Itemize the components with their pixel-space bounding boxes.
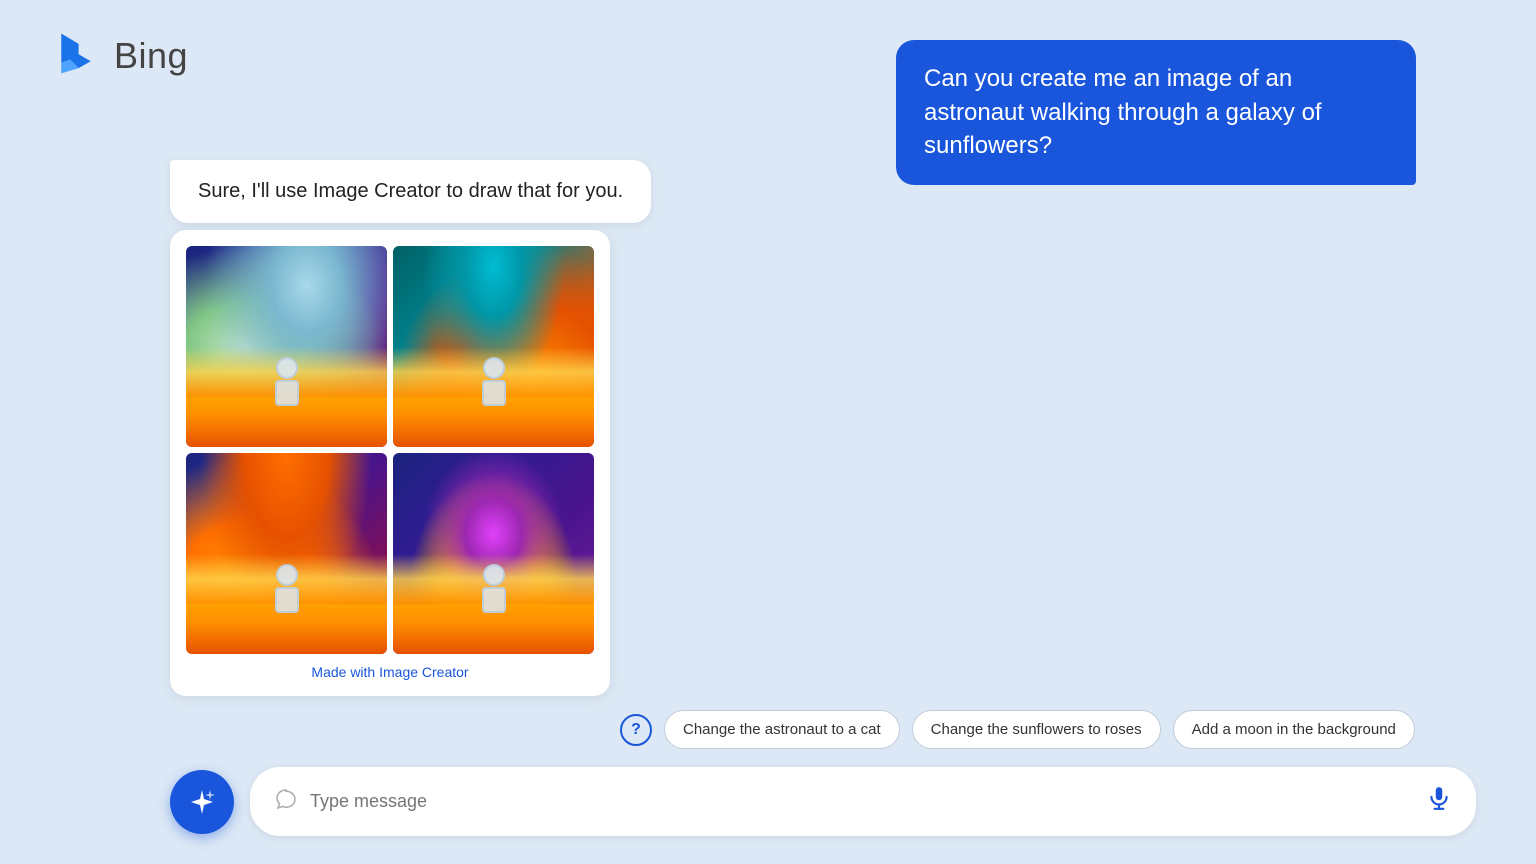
image-grid-container: Made with Image Creator (170, 230, 610, 696)
user-message-text: Can you create me an image of an astrona… (924, 65, 1322, 159)
help-icon[interactable]: ? (620, 714, 652, 746)
image-creator-link[interactable]: Image Creator (379, 664, 468, 680)
generated-image-4[interactable] (393, 453, 594, 654)
message-input[interactable] (310, 791, 1414, 812)
input-area (170, 767, 1476, 836)
bing-sparkle-button[interactable] (170, 770, 234, 834)
microphone-icon[interactable] (1426, 785, 1452, 818)
header: Bing (50, 30, 188, 82)
suggestions-area: ? Change the astronaut to a cat Change t… (620, 710, 1476, 749)
app-title: Bing (114, 35, 188, 77)
sparkle-icon (186, 786, 218, 818)
generated-image-2[interactable] (393, 246, 594, 447)
chat-icon (274, 787, 298, 817)
user-message-bubble: Can you create me an image of an astrona… (896, 40, 1416, 185)
made-with-label: Made with Image Creator (186, 664, 594, 680)
bing-logo-icon (50, 30, 102, 82)
suggestion-chip-1[interactable]: Change the astronaut to a cat (664, 710, 900, 749)
image-grid (186, 246, 594, 654)
generated-image-1[interactable] (186, 246, 387, 447)
suggestion-chip-3[interactable]: Add a moon in the background (1173, 710, 1415, 749)
assistant-message-bubble: Sure, I'll use Image Creator to draw tha… (170, 160, 651, 223)
suggestion-chip-2[interactable]: Change the sunflowers to roses (912, 710, 1161, 749)
message-input-box[interactable] (250, 767, 1476, 836)
assistant-message-text: Sure, I'll use Image Creator to draw tha… (198, 180, 623, 202)
generated-image-3[interactable] (186, 453, 387, 654)
